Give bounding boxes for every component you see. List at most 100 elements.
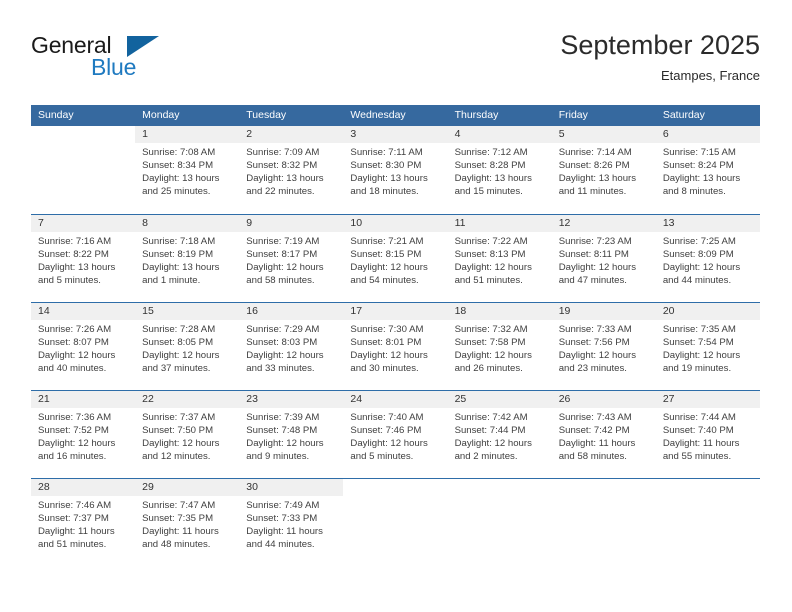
daylight-text-line2: and 5 minutes. — [350, 451, 414, 463]
calendar-day-cell[interactable]: 17 Sunrise: 7:30 AM Sunset: 8:01 PM Dayligh… — [343, 303, 448, 390]
weekday-header-friday: Friday — [558, 109, 588, 121]
sunrise-text: Sunrise: 7:44 AM — [662, 412, 736, 423]
calendar-grid: Sunday Monday Tuesday Wednesday Thursday… — [31, 105, 760, 566]
day-number: 18 — [447, 303, 552, 320]
calendar-day-cell[interactable]: 22 Sunrise: 7:37 AM Sunset: 7:50 PM Dayligh… — [135, 391, 240, 478]
calendar-page: General Blue September 2025 Etampes, Fra… — [0, 0, 792, 612]
calendar-day-cell[interactable]: 1 Sunrise: 7:08 AM Sunset: 8:34 PM Daylight… — [135, 126, 240, 214]
daylight-text-line2: and 16 minutes. — [38, 451, 107, 463]
daylight-text-line1: Daylight: 11 hours — [142, 526, 219, 538]
calendar-day-cell[interactable]: 21 Sunrise: 7:36 AM Sunset: 7:52 PM Dayligh… — [31, 391, 136, 478]
calendar-day-cell[interactable]: 18 Sunrise: 7:32 AM Sunset: 7:58 PM Dayligh… — [447, 303, 552, 390]
day-details: Sunrise: 7:43 AM Sunset: 7:42 PM Daylight:… — [552, 408, 656, 463]
daylight-text-line2: and 11 minutes. — [558, 186, 627, 198]
sunset-text: Sunset: 8:05 PM — [142, 337, 214, 349]
day-number: 9 — [239, 215, 344, 232]
daylight-text-line1: Daylight: 12 hours — [350, 350, 428, 362]
sunset-text: Sunset: 7:44 PM — [454, 425, 526, 437]
sunset-text: Sunset: 8:03 PM — [246, 337, 318, 349]
day-details: Sunrise: 7:36 AM Sunset: 7:52 PM Daylight:… — [31, 408, 135, 463]
daylight-text-line1: Daylight: 12 hours — [454, 438, 532, 450]
daylight-text-line1: Daylight: 13 hours — [246, 173, 324, 185]
day-number: 5 — [551, 126, 656, 143]
calendar-day-cell[interactable]: 19 Sunrise: 7:33 AM Sunset: 7:56 PM Dayligh… — [551, 303, 656, 390]
calendar-day-cell[interactable]: 10 Sunrise: 7:21 AM Sunset: 8:15 PM Dayligh… — [343, 215, 448, 302]
day-details: Sunrise: 7:29 AM Sunset: 8:03 PM Daylight:… — [239, 320, 343, 375]
sunrise-text: Sunrise: 7:11 AM — [350, 147, 423, 158]
day-details: Sunrise: 7:40 AM Sunset: 7:46 PM Daylight:… — [343, 408, 447, 463]
daylight-text-line2: and 5 minutes. — [38, 275, 101, 287]
calendar-day-cell[interactable]: 12 Sunrise: 7:23 AM Sunset: 8:11 PM Dayligh… — [551, 215, 656, 302]
daylight-text-line2: and 48 minutes. — [142, 539, 211, 551]
sunset-text: Sunset: 7:46 PM — [350, 425, 422, 437]
calendar-day-cell[interactable]: 3 Sunrise: 7:11 AM Sunset: 8:30 PM Daylight… — [343, 126, 448, 214]
calendar-day-cell-empty — [343, 479, 448, 566]
daylight-text-line2: and 26 minutes. — [454, 363, 523, 375]
daylight-text-line1: Daylight: 12 hours — [142, 350, 220, 362]
calendar-day-cell[interactable]: 4 Sunrise: 7:12 AM Sunset: 8:28 PM Daylight… — [447, 126, 552, 214]
daylight-text-line2: and 51 minutes. — [454, 275, 523, 287]
daylight-text-line1: Daylight: 13 hours — [454, 173, 532, 185]
sunrise-text: Sunrise: 7:16 AM — [38, 236, 112, 247]
calendar-day-cell[interactable]: 14 Sunrise: 7:26 AM Sunset: 8:07 PM Dayligh… — [31, 303, 136, 390]
calendar-day-cell[interactable]: 15 Sunrise: 7:28 AM Sunset: 8:05 PM Dayligh… — [135, 303, 240, 390]
calendar-day-cell[interactable]: 29 Sunrise: 7:47 AM Sunset: 7:35 PM Dayligh… — [135, 479, 240, 566]
sunset-text: Sunset: 7:42 PM — [558, 425, 630, 437]
daylight-text-line1: Daylight: 12 hours — [246, 350, 324, 362]
calendar-day-cell[interactable]: 25 Sunrise: 7:42 AM Sunset: 7:44 PM Dayligh… — [447, 391, 552, 478]
sunset-text: Sunset: 8:26 PM — [558, 160, 630, 172]
daylight-text-line2: and 51 minutes. — [38, 539, 107, 551]
sunset-text: Sunset: 7:52 PM — [38, 425, 109, 437]
sunset-text: Sunset: 7:54 PM — [662, 337, 734, 349]
calendar-week-row: 7 Sunrise: 7:16 AM Sunset: 8:22 PM Daylight… — [31, 214, 760, 302]
calendar-day-cell[interactable]: 26 Sunrise: 7:43 AM Sunset: 7:42 PM Dayligh… — [551, 391, 656, 478]
title-block: September 2025 Etampes, France — [560, 28, 760, 86]
calendar-day-cell[interactable]: 11 Sunrise: 7:22 AM Sunset: 8:13 PM Dayligh… — [447, 215, 552, 302]
sunset-text: Sunset: 7:56 PM — [558, 337, 630, 349]
daylight-text-line1: Daylight: 12 hours — [454, 350, 532, 362]
day-number: 2 — [239, 126, 344, 143]
calendar-day-cell[interactable]: 27 Sunrise: 7:44 AM Sunset: 7:40 PM Dayligh… — [655, 391, 760, 478]
sunset-text: Sunset: 8:22 PM — [38, 249, 109, 261]
calendar-day-cell[interactable]: 23 Sunrise: 7:39 AM Sunset: 7:48 PM Dayligh… — [239, 391, 344, 478]
sunrise-text: Sunrise: 7:43 AM — [558, 412, 632, 423]
calendar-day-cell[interactable]: 20 Sunrise: 7:35 AM Sunset: 7:54 PM Dayligh… — [655, 303, 760, 390]
daylight-text-line1: Daylight: 13 hours — [350, 173, 428, 185]
calendar-day-cell[interactable]: 6 Sunrise: 7:15 AM Sunset: 8:24 PM Daylight… — [655, 126, 760, 214]
daylight-text-line1: Daylight: 11 hours — [662, 438, 740, 450]
calendar-day-cell[interactable]: 8 Sunrise: 7:18 AM Sunset: 8:19 PM Daylight… — [135, 215, 240, 302]
day-number: 16 — [239, 303, 344, 320]
calendar-day-cell[interactable]: 5 Sunrise: 7:14 AM Sunset: 8:26 PM Daylight… — [551, 126, 656, 214]
brand-logo[interactable]: General Blue — [31, 32, 251, 90]
calendar-day-cell-empty — [31, 126, 136, 214]
sunrise-text: Sunrise: 7:23 AM — [558, 236, 632, 247]
day-number: 23 — [239, 391, 344, 408]
daylight-text-line1: Daylight: 11 hours — [558, 438, 636, 450]
calendar-day-cell[interactable]: 16 Sunrise: 7:29 AM Sunset: 8:03 PM Dayligh… — [239, 303, 344, 390]
day-details: Sunrise: 7:09 AM Sunset: 8:32 PM Daylight:… — [239, 143, 343, 198]
day-details: Sunrise: 7:18 AM Sunset: 8:19 PM Daylight:… — [135, 232, 239, 287]
daylight-text-line2: and 33 minutes. — [246, 363, 315, 375]
calendar-day-cell[interactable]: 30 Sunrise: 7:49 AM Sunset: 7:33 PM Dayligh… — [239, 479, 344, 566]
sunrise-text: Sunrise: 7:33 AM — [558, 324, 632, 335]
sunrise-text: Sunrise: 7:12 AM — [454, 147, 528, 158]
calendar-day-cell[interactable]: 7 Sunrise: 7:16 AM Sunset: 8:22 PM Daylight… — [31, 215, 136, 302]
calendar-day-cell[interactable]: 28 Sunrise: 7:46 AM Sunset: 7:37 PM Dayligh… — [31, 479, 136, 566]
day-number: 29 — [135, 479, 240, 496]
calendar-day-cell[interactable]: 24 Sunrise: 7:40 AM Sunset: 7:46 PM Dayligh… — [343, 391, 448, 478]
daylight-text-line2: and 8 minutes. — [662, 186, 726, 198]
sunrise-text: Sunrise: 7:39 AM — [246, 412, 320, 423]
day-number: 8 — [135, 215, 240, 232]
calendar-day-cell[interactable]: 2 Sunrise: 7:09 AM Sunset: 8:32 PM Daylight… — [239, 126, 344, 214]
calendar-week-row: 28 Sunrise: 7:46 AM Sunset: 7:37 PM Dayligh… — [31, 478, 760, 566]
daylight-text-line1: Daylight: 12 hours — [558, 350, 637, 362]
sunrise-text: Sunrise: 7:08 AM — [142, 147, 216, 158]
calendar-day-cell[interactable]: 9 Sunrise: 7:19 AM Sunset: 8:17 PM Daylight… — [239, 215, 344, 302]
day-details: Sunrise: 7:28 AM Sunset: 8:05 PM Daylight:… — [135, 320, 239, 375]
day-number: 6 — [655, 126, 760, 143]
calendar-day-cell[interactable]: 13 Sunrise: 7:25 AM Sunset: 8:09 PM Dayligh… — [655, 215, 760, 302]
sunrise-text: Sunrise: 7:09 AM — [246, 147, 320, 158]
day-number: 30 — [239, 479, 344, 496]
day-details: Sunrise: 7:42 AM Sunset: 7:44 PM Daylight:… — [448, 408, 552, 463]
page-title: September 2025 — [560, 30, 760, 60]
